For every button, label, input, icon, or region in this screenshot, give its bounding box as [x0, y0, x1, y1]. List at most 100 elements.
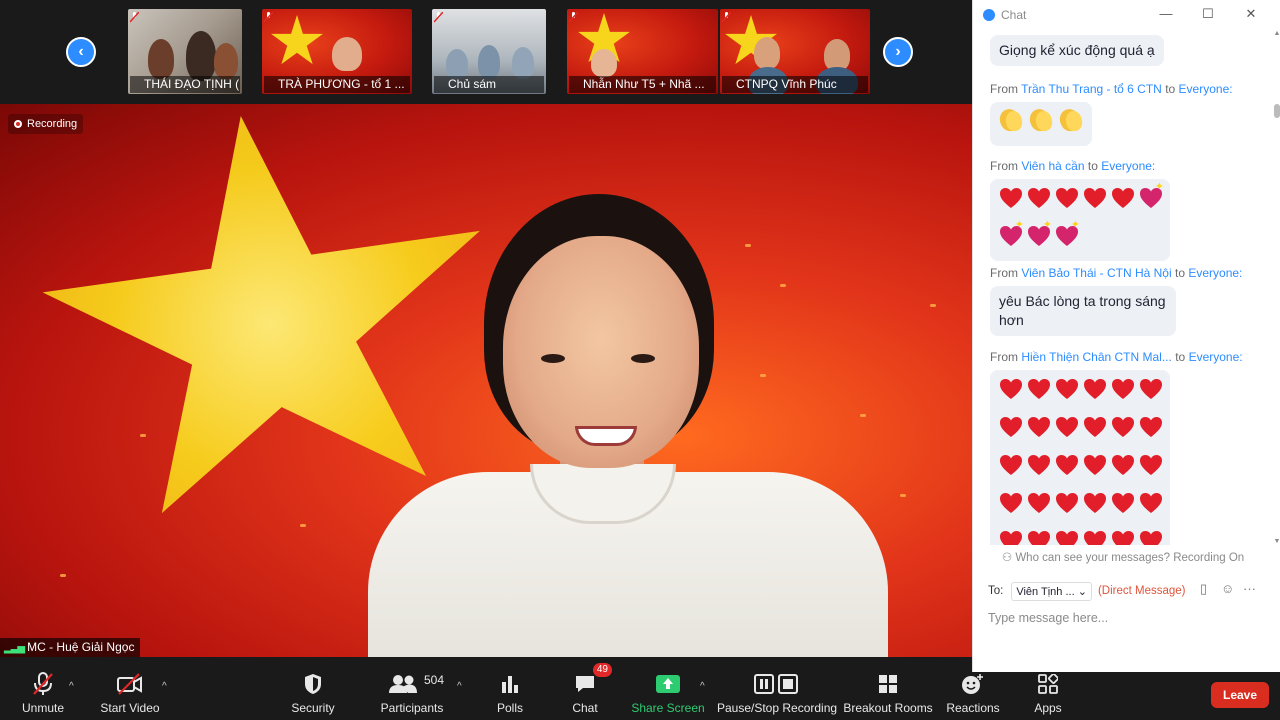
- polls-label: Polls: [496, 701, 523, 715]
- chat-title-bar: Chat: [973, 0, 1280, 30]
- participant-thumbnail[interactable]: Nhẫn Như T5 + Nhã ...: [567, 9, 718, 94]
- zoom-meeting-window: ‹ THÁI ĐẠO TỊNH (Phật... TRÀ PHƯƠNG - tổ…: [0, 0, 1280, 720]
- participant-thumbnail[interactable]: Chủ sám: [432, 9, 546, 94]
- people-icon: ⚇: [1001, 552, 1016, 564]
- signal-strength-icon: ▂▃▅: [4, 643, 25, 654]
- video-options-caret-icon[interactable]: ^: [162, 681, 167, 692]
- chat-label: Chat: [572, 701, 598, 715]
- file-icon[interactable]: ▯: [1200, 581, 1207, 597]
- breakout-rooms-button[interactable]: Breakout Rooms: [843, 657, 933, 720]
- audio-options-caret-icon[interactable]: ^: [69, 681, 74, 692]
- participant-name: CTNPQ Vĩnh Phúc: [722, 76, 868, 93]
- recipient-dropdown[interactable]: Viên Tịnh ... ⌄: [1011, 581, 1092, 601]
- share-screen-arrow-icon: [655, 671, 681, 697]
- video-thumbnail-strip: ‹ THÁI ĐẠO TỊNH (Phật... TRÀ PHƯƠNG - tổ…: [0, 0, 972, 104]
- zoom-logo-icon: [983, 9, 995, 21]
- participant-name: TRÀ PHƯƠNG - tổ 1 ...: [264, 76, 410, 93]
- polls-button[interactable]: Polls: [492, 657, 528, 720]
- pause-stop-recording-button[interactable]: Pause/Stop Recording: [717, 657, 837, 720]
- participants-icon: 504: [382, 671, 444, 697]
- leave-button[interactable]: Leave: [1211, 682, 1269, 708]
- apps-label: Apps: [1034, 701, 1062, 715]
- heart-emoji-row: [996, 373, 1164, 411]
- chat-message-header: From Trần Thu Trang - tổ 6 CTN to Everyo…: [990, 82, 1233, 96]
- chevron-down-icon: ⌄: [1077, 585, 1087, 598]
- start-video-button[interactable]: Start Video: [98, 657, 162, 720]
- participant-thumbnail[interactable]: CTNPQ Vĩnh Phúc: [720, 9, 870, 94]
- from-word: From: [990, 350, 1018, 364]
- muted-mic-icon: [130, 12, 139, 23]
- recipient-name: Everyone:: [1178, 82, 1233, 96]
- participants-options-caret-icon[interactable]: ^: [457, 681, 462, 692]
- participant-thumbnail[interactable]: THÁI ĐẠO TỊNH (Phật...: [128, 9, 242, 94]
- sender-name[interactable]: Viên hà cần: [1021, 159, 1084, 173]
- chat-message-text: Giọng kể xúc động quá ạ: [999, 42, 1155, 58]
- security-button[interactable]: Security: [288, 657, 338, 720]
- minimize-icon[interactable]: —: [1156, 6, 1176, 21]
- reactions-label: Reactions: [946, 701, 1000, 715]
- chat-message-bubble: [990, 179, 1170, 261]
- bar-chart-icon: [497, 671, 523, 697]
- chat-recipient-row: To: Viên Tịnh ... ⌄ (Direct Message) ▯ ☺…: [988, 581, 1268, 601]
- heart-emoji-row: [996, 220, 1164, 258]
- chat-message-header: From Hiền Thiện Chân CTN Mal... to Every…: [990, 350, 1243, 364]
- from-word: From: [990, 266, 1018, 280]
- pause-stop-recording-label: Pause/Stop Recording: [716, 701, 838, 715]
- recipient-name: Everyone:: [1101, 159, 1156, 173]
- from-word: From: [990, 82, 1018, 96]
- participant-name: THÁI ĐẠO TỊNH (Phật...: [130, 76, 240, 93]
- chat-bubble-icon: 49: [572, 663, 612, 697]
- smiley-plus-icon: [960, 671, 986, 697]
- start-video-label: Start Video: [100, 701, 160, 715]
- chat-message-list: Giọng kể xúc động quá ạ From Trần Thu Tr…: [973, 30, 1273, 545]
- chat-button[interactable]: 49 Chat: [566, 657, 612, 720]
- to-word: to: [1175, 350, 1186, 364]
- sender-name[interactable]: Viên Bảo Thái - CTN Hà Nội: [1021, 266, 1171, 280]
- to-word: to: [1174, 266, 1185, 280]
- who-can-see-messages-link[interactable]: ⚇ Who can see your messages? Recording O…: [973, 547, 1273, 569]
- recording-label: Recording: [27, 118, 78, 130]
- heart-emoji-row: [996, 182, 1164, 220]
- clapping-hands-emoji-row: [996, 105, 1086, 143]
- chat-message-bubble: [990, 370, 1170, 545]
- chat-message-input[interactable]: [988, 608, 1268, 628]
- unmute-button[interactable]: Unmute: [18, 657, 68, 720]
- to-label: To:: [988, 585, 1004, 597]
- participant-name: Chủ sám: [434, 76, 544, 93]
- sender-name[interactable]: Hiền Thiện Chân CTN Mal...: [1021, 350, 1172, 364]
- active-speaker-name-tag: ▂▃▅ MC - Huệ Giải Ngọc: [0, 638, 141, 657]
- participant-thumbnail[interactable]: TRÀ PHƯƠNG - tổ 1 ...: [262, 9, 412, 94]
- share-screen-label: Share Screen: [631, 701, 705, 715]
- recipient-name: Everyone:: [1188, 350, 1243, 364]
- chat-message-bubble: [990, 102, 1092, 146]
- share-options-caret-icon[interactable]: ^: [700, 681, 705, 692]
- muted-mic-icon: [434, 12, 443, 23]
- recording-indicator: Recording: [8, 114, 84, 134]
- heart-emoji-row: [996, 411, 1164, 449]
- next-page-arrow-icon[interactable]: ›: [883, 37, 913, 67]
- pause-stop-icon: [754, 671, 800, 697]
- chat-unread-badge: 49: [592, 663, 612, 677]
- to-word: to: [1165, 82, 1176, 96]
- heart-emoji-row: [996, 525, 1164, 545]
- maximize-icon[interactable]: ☐: [1198, 6, 1218, 22]
- chat-title: Chat: [1001, 8, 1027, 22]
- apps-icon: [1035, 671, 1061, 697]
- heart-emoji-row: [996, 487, 1164, 525]
- chat-message-text: yêu Bác lòng ta trong sáng hơn: [999, 293, 1166, 328]
- muted-mic-icon: [569, 12, 578, 23]
- emoji-picker-icon[interactable]: ☺: [1221, 581, 1234, 596]
- shield-icon: [300, 671, 326, 697]
- sender-name[interactable]: Trần Thu Trang - tổ 6 CTN: [1021, 82, 1162, 96]
- participants-label: Participants: [380, 701, 444, 715]
- chat-scrollbar[interactable]: ▲ ▼: [1273, 30, 1280, 545]
- video-off-icon: [117, 671, 143, 697]
- participants-button[interactable]: 504 Participants: [378, 657, 446, 720]
- previous-page-arrow-icon[interactable]: ‹: [66, 37, 96, 67]
- chat-message-bubble: yêu Bác lòng ta trong sáng hơn: [990, 286, 1176, 336]
- close-icon[interactable]: ✕: [1241, 6, 1261, 22]
- more-options-icon[interactable]: ···: [1243, 581, 1256, 596]
- share-screen-button[interactable]: Share Screen: [631, 657, 705, 720]
- chat-message-bubble: Giọng kể xúc động quá ạ: [990, 35, 1164, 66]
- muted-mic-icon: [722, 12, 731, 23]
